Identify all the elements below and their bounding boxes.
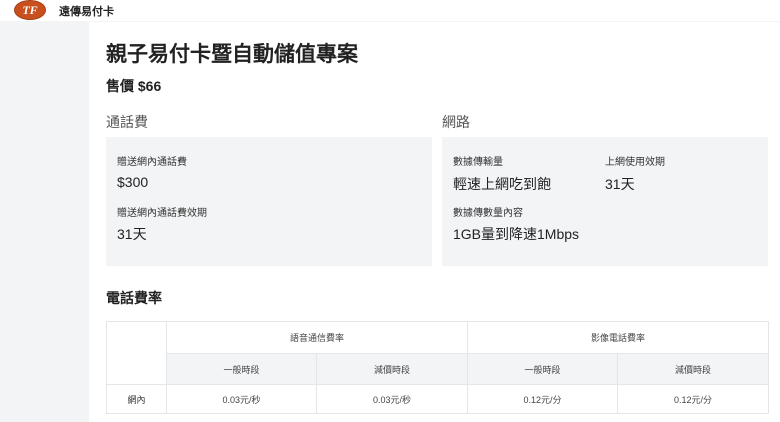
free-call-fee-label: 贈送網內通話費 [117, 157, 187, 168]
data-validity-value: 31天 [605, 176, 635, 192]
rate-cell: 0.12元/分 [617, 384, 770, 414]
data-content-value: 1GB量到降速1Mbps [453, 226, 580, 242]
video-peak-header: 一般時段 [467, 353, 619, 385]
rates-table: 語音通信費率 影像電話費率 一般時段 減價時段 一般時段 減價時段 網內 0.0… [106, 321, 770, 414]
free-call-validity-value: 31天 [117, 226, 147, 242]
rate-cell: 0.03元/秒 [315, 384, 469, 414]
page-title: 親子易付卡暨自動儲值專案 [106, 43, 358, 66]
table-row: 網內 0.03元/秒 0.03元/秒 0.12元/分 0.12元/分 [106, 384, 770, 414]
row-name: 網內 [106, 384, 167, 414]
data-content-label: 數據傳數量內容 [453, 208, 523, 219]
free-call-validity-label: 贈送網內通話費效期 [117, 208, 207, 219]
video-rate-header: 影像電話費率 [467, 321, 770, 354]
data-volume-label: 數據傳輸量 [453, 157, 503, 168]
app-name: 遠傳易付卡 [59, 6, 114, 18]
free-call-fee-value: $300 [117, 174, 149, 190]
rates-title: 電話費率 [106, 290, 162, 306]
data-validity-label: 上網使用效期 [605, 157, 665, 168]
call-fee-panel: 贈送網內通話費 $300 贈送網內通話費效期 31天 [106, 137, 432, 266]
video-offpeak-header: 減價時段 [617, 353, 770, 385]
network-section-title: 網路 [442, 114, 470, 130]
voice-rate-header: 語音通信費率 [165, 321, 469, 354]
call-fee-section-title: 通話費 [106, 114, 148, 130]
fetnet-logo-icon[interactable]: TF [14, 0, 46, 20]
network-panel: 數據傳輸量 輕速上網吃到飽 上網使用效期 31天 數據傳數量內容 1GB量到降速… [442, 137, 768, 266]
top-bar: TF 遠傳易付卡 [0, 0, 780, 21]
price-label: 售價 $66 [106, 78, 162, 94]
rate-cell: 0.12元/分 [467, 384, 619, 414]
voice-offpeak-header: 減價時段 [315, 353, 469, 385]
rates-corner-cell [106, 321, 167, 385]
voice-peak-header: 一般時段 [166, 353, 317, 385]
data-volume-value: 輕速上網吃到飽 [453, 176, 551, 192]
rate-cell: 0.03元/秒 [166, 384, 317, 414]
